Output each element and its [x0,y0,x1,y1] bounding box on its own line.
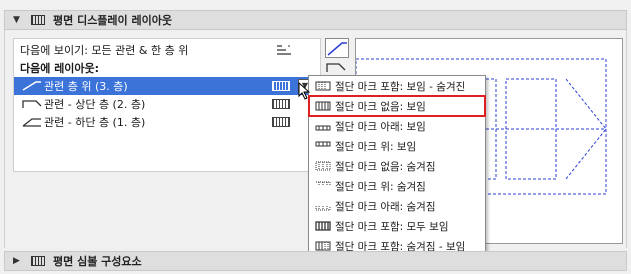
cut-mark-icon [315,101,331,111]
floor-plan-icon [31,256,45,266]
menu-item-highlighted[interactable]: 절단 마크 없음: 보임 [308,95,486,117]
cut-mark-icon [315,241,331,251]
layout-label: 다음에 레이아웃: [20,62,100,75]
cut-mark-icon [315,161,331,171]
floor-plan-icon [31,15,45,25]
collapse-arrow-icon[interactable]: ▼ [13,15,25,25]
list-item-label: 관련 - 하단 층 (1. 층) [44,116,146,129]
menu-item-label: 절단 마크 없음: 숨겨짐 [335,160,436,173]
menu-item-label: 절단 마크 포함: 보임 - 숨겨진 [335,80,466,93]
show-on-row[interactable]: 다음에 보이기: 모든 관련 & 한 층 위 [14,41,320,59]
menu-item-label: 절단 마크 포함: 모두 보임 [335,220,449,233]
menu-item[interactable]: 절단 마크 포함: 모두 보임 [309,216,485,236]
menu-item[interactable]: 절단 마크 없음: 숨겨짐 [309,156,485,176]
section-header-plan-symbol-components[interactable]: ▶ 평면 심볼 구성요소 [4,251,627,271]
section-title: 평면 심볼 구성요소 [53,255,142,268]
menu-item[interactable]: 절단 마크 아래: 숨겨짐 [309,196,485,216]
cut-mark-icon [272,117,290,127]
show-on-label: 다음에 보이기: 모든 관련 & 한 층 위 [20,44,189,57]
list-item-story-3[interactable]: 관련 층 위 (3. 층) ▼ [14,77,320,95]
list-item-label: 관련 - 상단 층 (2. 층) [44,98,146,111]
slope-up-icon[interactable] [325,38,349,58]
menu-item-label: 절단 마크 위: 보임 [335,140,417,153]
section-title: 평면 디스플레이 레이아웃 [53,14,172,27]
slope-icons [325,38,351,78]
slope-upper-icon [22,99,42,109]
expand-arrow-icon[interactable]: ▶ [13,256,25,266]
menu-item[interactable]: 절단 마크 위: 보임 [309,136,485,156]
cut-mark-icon [315,181,331,191]
cut-mark-dropdown-menu[interactable]: 절단 마크 포함: 보임 - 숨겨진 절단 마크 없음: 보임 절단 마크 아래… [308,75,486,261]
list-item-label: 관련 층 위 (3. 층) [44,80,128,93]
cut-mark-icon [315,121,331,131]
menu-item-label: 절단 마크 없음: 보임 [335,100,426,113]
cut-mark-icon [272,99,290,109]
stories-icon [276,44,292,56]
list-item-story-1[interactable]: 관련 - 하단 층 (1. 층) [14,113,320,131]
cut-mark-icon [315,201,331,211]
menu-item-label: 절단 마크 아래: 숨겨짐 [335,200,436,213]
menu-item-label: 절단 마크 아래: 보임 [335,120,426,133]
cut-mark-icon [315,221,331,231]
section-header-floor-plan-display[interactable]: ▼ 평면 디스플레이 레이아웃 [4,10,627,30]
cut-mark-icon [315,141,331,151]
list-item-story-2[interactable]: 관련 - 상단 층 (2. 층) [14,95,320,113]
menu-item-label: 절단 마크 위: 숨겨짐 [335,180,426,193]
menu-item[interactable]: 절단 마크 포함: 보임 - 숨겨진 [309,76,485,96]
slope-lower-icon [22,117,42,127]
story-list[interactable]: 다음에 보이기: 모든 관련 & 한 층 위 다음에 레이아웃: 관련 층 위 … [13,38,321,172]
slope-upper-icon[interactable] [325,60,347,74]
slope-up-icon [22,81,42,91]
cut-mark-icon [272,81,290,91]
menu-item[interactable]: 절단 마크 위: 숨겨짐 [309,176,485,196]
cut-mark-icon [315,81,331,91]
menu-item[interactable]: 절단 마크 아래: 보임 [309,116,485,136]
layout-label-row: 다음에 레이아웃: [14,59,320,77]
floor-plan-display-panel: ▼ 평면 디스플레이 레이아웃 다음에 보이기: 모든 관련 & 한 층 위 다… [0,0,631,274]
